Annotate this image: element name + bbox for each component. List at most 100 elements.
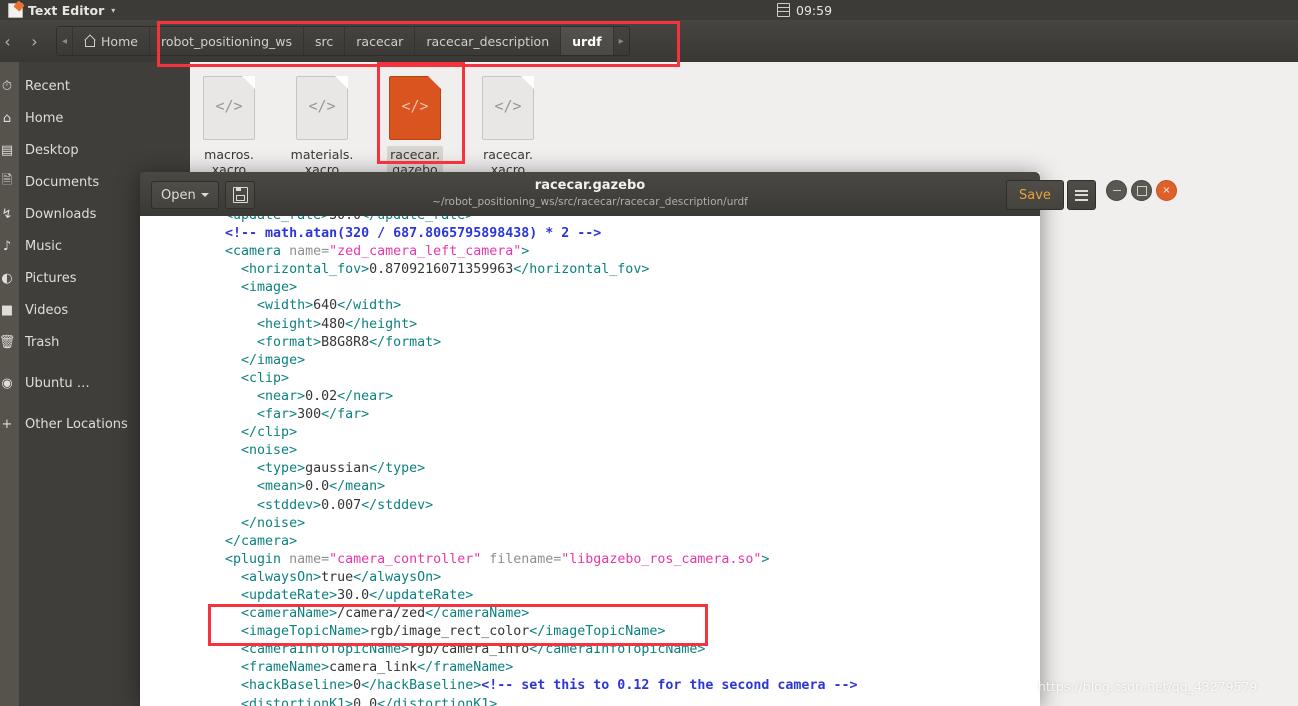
code-token: <mean> bbox=[193, 479, 306, 495]
triangle-left-icon: ◂ bbox=[62, 35, 68, 47]
page-fold bbox=[428, 76, 441, 89]
hamburger-menu-icon[interactable] bbox=[1067, 180, 1096, 210]
code-token: </camera> bbox=[193, 533, 298, 549]
code-token: </mean> bbox=[329, 479, 386, 495]
app-menu-button[interactable]: Text Editor ▾ bbox=[8, 2, 116, 18]
minimize-icon bbox=[1112, 189, 1121, 192]
code-token: <alwaysOn> bbox=[193, 569, 322, 585]
chevron-right-icon: › bbox=[31, 31, 38, 51]
code-token: <update_rate> bbox=[193, 216, 329, 223]
code-token: <camera bbox=[193, 244, 290, 260]
code-token: <!-- set this to 0.12 for the second cam… bbox=[481, 678, 858, 694]
code-content[interactable]: <update_rate>30.0</update_rate> <!-- mat… bbox=[193, 216, 857, 706]
code-line: <!-- math.atan(320 / 687.8065795898438) … bbox=[193, 225, 857, 243]
breadcrumb-label: racecar_description bbox=[426, 33, 550, 49]
sidebar-item-label: Ubuntu … bbox=[25, 375, 90, 391]
code-token: <type> bbox=[193, 461, 306, 477]
page-fold bbox=[335, 76, 348, 89]
code-token: </far> bbox=[321, 407, 370, 423]
sidebar-item-label: Desktop bbox=[25, 142, 79, 158]
sidebar-item-label: Documents bbox=[25, 174, 100, 190]
code-token: <cameraName> bbox=[193, 606, 338, 622]
sidebar-item-recent[interactable]: ⏱ Recent bbox=[0, 70, 190, 102]
code-token: </updateRate> bbox=[369, 587, 474, 603]
code-glyph-icon: </> bbox=[215, 97, 243, 115]
code-token: 0.02 bbox=[305, 388, 338, 404]
file-item-racecar-gazebo[interactable]: </> racecar. gazebo bbox=[365, 76, 465, 178]
text-editor-icon bbox=[8, 2, 23, 18]
code-token: </cameraInfoTopicName> bbox=[529, 642, 706, 658]
code-line: <hackBaseline>0</hackBaseline><!-- set t… bbox=[193, 677, 857, 695]
code-token: </image> bbox=[193, 352, 306, 368]
code-token: </frameName> bbox=[417, 660, 514, 676]
sidebar-item-label: Downloads bbox=[25, 206, 97, 222]
code-token: </update_rate> bbox=[361, 216, 473, 223]
minimize-button[interactable] bbox=[1106, 180, 1127, 201]
breadcrumb-item-robot-positioning-ws[interactable]: robot_positioning_ws bbox=[149, 27, 305, 55]
music-note-icon: ♪ bbox=[2, 238, 12, 254]
code-token: <imageTopicName> bbox=[193, 624, 370, 640]
code-token: <frameName> bbox=[193, 660, 330, 676]
code-line: <cameraInfoTopicName>rgb/camera_info</ca… bbox=[193, 641, 857, 659]
forward-button[interactable]: › bbox=[21, 28, 48, 55]
maximize-button[interactable] bbox=[1131, 180, 1152, 201]
close-icon: × bbox=[1162, 185, 1171, 196]
file-item-materials-xacro[interactable]: </> materials. xacro bbox=[272, 76, 372, 178]
breadcrumb-item-racecar[interactable]: racecar bbox=[345, 27, 416, 55]
code-token: </type> bbox=[369, 461, 426, 477]
breadcrumb-item-src[interactable]: src bbox=[304, 27, 346, 55]
code-token: gaussian bbox=[305, 461, 370, 477]
open-button[interactable]: Open bbox=[151, 181, 219, 209]
breadcrumb-label: robot_positioning_ws bbox=[160, 33, 293, 49]
hamburger-line bbox=[1075, 194, 1088, 196]
close-button[interactable]: × bbox=[1156, 180, 1177, 201]
code-line: <updateRate>30.0</updateRate> bbox=[193, 587, 857, 605]
file-item-racecar-xacro[interactable]: </> racecar. xacro bbox=[458, 76, 558, 178]
code-token: "zed_camera_left_camera" bbox=[329, 244, 522, 260]
code-token: </horizontal_fov> bbox=[513, 262, 650, 278]
sidebar-item-home[interactable]: ⌂ Home bbox=[0, 102, 190, 134]
code-line: <plugin name="camera_controller" filenam… bbox=[193, 551, 857, 569]
code-line: <update_rate>30.0</update_rate> bbox=[193, 216, 857, 225]
code-token: name= bbox=[289, 244, 330, 260]
save-as-icon bbox=[232, 187, 248, 203]
code-line: <frameName>camera_link</frameName> bbox=[193, 659, 857, 677]
clock-indicator[interactable]: 09:59 bbox=[777, 0, 832, 20]
disc-icon: ◉ bbox=[1, 375, 13, 391]
code-token: "camera_controller" bbox=[329, 551, 482, 567]
plus-icon: + bbox=[1, 416, 13, 432]
code-token: </hackBaseline> bbox=[361, 678, 482, 694]
code-line: <camera name="zed_camera_left_camera"> bbox=[193, 243, 857, 261]
breadcrumb-label: racecar bbox=[356, 33, 404, 49]
chevron-down-icon: ▾ bbox=[111, 5, 116, 15]
back-button[interactable]: ‹ bbox=[0, 28, 21, 55]
breadcrumb-scroll-right[interactable]: ▸ bbox=[613, 27, 629, 55]
code-line: </camera> bbox=[193, 533, 857, 551]
code-token: 640 bbox=[313, 298, 338, 314]
home-icon: ⌂ bbox=[2, 110, 12, 126]
sidebar-item-desktop[interactable]: ▤ Desktop bbox=[0, 134, 190, 166]
code-token: /camera/zed bbox=[337, 606, 426, 622]
breadcrumb-label: src bbox=[315, 33, 334, 49]
sidebar-item-label: Pictures bbox=[25, 270, 77, 286]
text-editor-body[interactable]: <update_rate>30.0</update_rate> <!-- mat… bbox=[140, 216, 1040, 706]
code-line: <distortionK1>0.0</distortionK1> bbox=[193, 696, 857, 706]
page-fold bbox=[242, 76, 255, 89]
save-button[interactable]: Save bbox=[1006, 180, 1064, 210]
code-file-icon: </> bbox=[482, 76, 534, 140]
file-item-macros-xacro[interactable]: </> macros. xacro bbox=[179, 76, 279, 178]
code-line: </noise> bbox=[193, 515, 857, 533]
code-token: 0.0 bbox=[353, 696, 378, 706]
home-icon bbox=[84, 36, 96, 47]
sidebar-item-label: Other Locations bbox=[25, 416, 128, 432]
code-line: <format>B8G8R8</format> bbox=[193, 334, 857, 352]
code-file-icon: </> bbox=[389, 76, 441, 140]
breadcrumb-scroll-left[interactable]: ◂ bbox=[57, 27, 74, 55]
breadcrumb-item-urdf[interactable]: urdf bbox=[561, 27, 614, 55]
breadcrumb-item-home[interactable]: Home bbox=[73, 27, 150, 55]
code-token: <noise> bbox=[193, 443, 298, 459]
save-as-button[interactable] bbox=[225, 181, 255, 209]
code-line: <alwaysOn>true</alwaysOn> bbox=[193, 569, 857, 587]
code-token: name= bbox=[289, 551, 330, 567]
breadcrumb-item-racecar-description[interactable]: racecar_description bbox=[415, 27, 562, 55]
